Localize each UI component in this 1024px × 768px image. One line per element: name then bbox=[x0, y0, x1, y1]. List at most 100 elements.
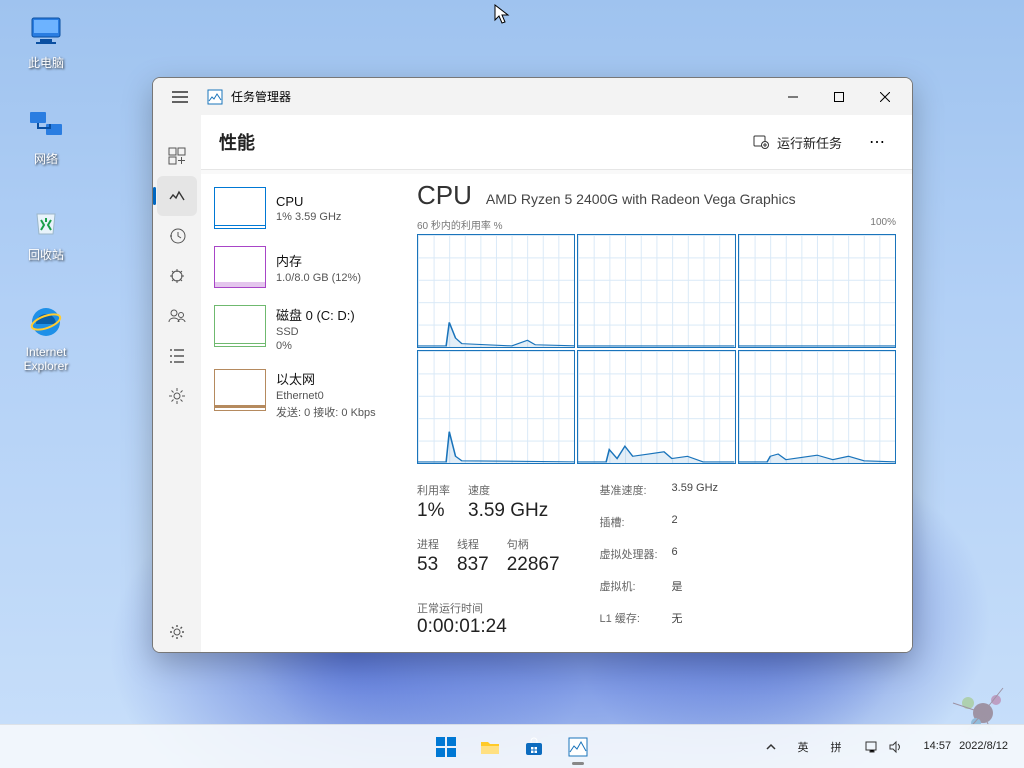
memory-thumb bbox=[214, 246, 266, 288]
nav-details[interactable] bbox=[157, 336, 197, 376]
processes-value: 53 bbox=[417, 554, 439, 576]
maximize-button[interactable] bbox=[816, 81, 862, 113]
perf-item-title: 内存 bbox=[276, 251, 361, 270]
vproc-key: 虚拟处理器: bbox=[600, 546, 672, 574]
content-header: 性能 运行新任务 ⋯ bbox=[201, 115, 912, 170]
vm-key: 虚拟机: bbox=[600, 578, 672, 606]
desktop-icon-label: 回收站 bbox=[28, 246, 64, 263]
util-value: 1% bbox=[417, 500, 450, 522]
start-button[interactable] bbox=[426, 727, 466, 767]
util-label: 利用率 bbox=[417, 482, 450, 498]
desktop-icon-network[interactable]: 网络 bbox=[8, 104, 84, 167]
vm-val: 是 bbox=[672, 578, 718, 606]
tray-overflow[interactable] bbox=[760, 738, 782, 756]
graph-caption-right: 100% bbox=[870, 217, 896, 232]
titlebar[interactable]: 任务管理器 bbox=[153, 78, 912, 115]
cpu-graph-3 bbox=[417, 350, 575, 464]
perf-item-subtitle: Ethernet0 bbox=[276, 390, 376, 402]
perf-list: CPU 1% 3.59 GHz 内存 1.0/8.0 GB (12%) bbox=[201, 174, 401, 652]
graph-caption-left: 60 秒内的利用率 % bbox=[417, 217, 503, 232]
perf-item-subtitle: SSD bbox=[276, 326, 355, 338]
base-speed-key: 基准速度: bbox=[600, 482, 672, 510]
taskbar-clock[interactable]: 14:57 2022/8/12 bbox=[918, 736, 1014, 757]
vproc-val: 6 bbox=[672, 546, 718, 574]
perf-item-title: 以太网 bbox=[276, 369, 376, 388]
tray-icons[interactable] bbox=[858, 736, 908, 758]
uptime-label: 正常运行时间 bbox=[417, 600, 560, 616]
perf-item-subtitle: 1% 3.59 GHz bbox=[276, 211, 341, 223]
nav-app-history[interactable] bbox=[157, 216, 197, 256]
ie-icon bbox=[24, 300, 68, 344]
desktop-icon-label: 此电脑 bbox=[28, 54, 64, 71]
handles-label: 句柄 bbox=[507, 536, 560, 552]
ime-lang[interactable]: 英 bbox=[792, 735, 815, 759]
desktop-icon-label: Internet Explorer bbox=[8, 346, 84, 374]
run-new-task-label: 运行新任务 bbox=[777, 133, 842, 152]
perf-item-memory[interactable]: 内存 1.0/8.0 GB (12%) bbox=[207, 239, 395, 295]
cpu-graph-1 bbox=[577, 234, 735, 348]
task-manager-window: 任务管理器 性能 运行新任务 bbox=[152, 77, 913, 653]
ethernet-thumb bbox=[214, 369, 266, 411]
nav-settings[interactable] bbox=[157, 612, 197, 652]
threads-value: 837 bbox=[457, 554, 489, 576]
desktop-icon-label: 网络 bbox=[34, 150, 58, 167]
detail-heading: CPU bbox=[417, 180, 472, 211]
desktop-icon-ie[interactable]: Internet Explorer bbox=[8, 300, 84, 374]
page-title: 性能 bbox=[219, 129, 255, 155]
perf-item-title: 磁盘 0 (C: D:) bbox=[276, 305, 355, 324]
nav-rail bbox=[153, 115, 201, 652]
desktop-icon-this-pc[interactable]: 此电脑 bbox=[8, 8, 84, 71]
taskbar-time: 14:57 bbox=[924, 740, 952, 753]
window-title: 任务管理器 bbox=[231, 88, 291, 105]
recycle-bin-icon bbox=[24, 200, 68, 244]
cpu-graph-4 bbox=[577, 350, 735, 464]
minimize-button[interactable] bbox=[770, 81, 816, 113]
taskbar-task-manager[interactable] bbox=[558, 727, 598, 767]
desktop-icon-recycle-bin[interactable]: 回收站 bbox=[8, 200, 84, 263]
cpu-graph-5 bbox=[738, 350, 896, 464]
sockets-val: 2 bbox=[672, 514, 718, 542]
perf-item-disk[interactable]: 磁盘 0 (C: D:) SSD 0% bbox=[207, 298, 395, 359]
volume-tray-icon bbox=[888, 740, 902, 754]
perf-item-cpu[interactable]: CPU 1% 3.59 GHz bbox=[207, 180, 395, 236]
perf-item-subtitle: 1.0/8.0 GB (12%) bbox=[276, 272, 361, 284]
nav-users[interactable] bbox=[157, 296, 197, 336]
cpu-graphs-grid[interactable] bbox=[417, 234, 896, 464]
ime-mode[interactable]: 拼 bbox=[825, 735, 848, 759]
l1-val: 无 bbox=[672, 610, 718, 638]
cpu-thumb bbox=[214, 187, 266, 229]
network-icon bbox=[24, 104, 68, 148]
cpu-detail-pane: CPU AMD Ryzen 5 2400G with Radeon Vega G… bbox=[401, 174, 912, 652]
close-button[interactable] bbox=[862, 81, 908, 113]
base-speed-val: 3.59 GHz bbox=[672, 482, 718, 510]
run-task-icon bbox=[753, 133, 769, 152]
uptime-value: 0:00:01:24 bbox=[417, 616, 560, 638]
network-tray-icon bbox=[864, 740, 880, 754]
speed-value: 3.59 GHz bbox=[468, 500, 548, 522]
hamburger-menu-button[interactable] bbox=[163, 80, 197, 114]
cpu-spec-list: 基准速度:3.59 GHz 插槽:2 虚拟处理器:6 虚拟机:是 L1 缓存:无 bbox=[600, 482, 718, 638]
cpu-graph-2 bbox=[738, 234, 896, 348]
taskbar[interactable]: 英 拼 14:57 2022/8/12 bbox=[0, 724, 1024, 768]
perf-item-subtitle2: 发送: 0 接收: 0 Kbps bbox=[276, 404, 376, 420]
taskbar-store[interactable] bbox=[514, 727, 554, 767]
nav-performance[interactable] bbox=[157, 176, 197, 216]
sockets-key: 插槽: bbox=[600, 514, 672, 542]
nav-services[interactable] bbox=[157, 376, 197, 416]
threads-label: 线程 bbox=[457, 536, 489, 552]
run-new-task-button[interactable]: 运行新任务 bbox=[741, 127, 854, 158]
perf-item-subtitle2: 0% bbox=[276, 340, 355, 352]
taskbar-date: 2022/8/12 bbox=[959, 740, 1008, 753]
pc-icon bbox=[24, 8, 68, 52]
cpu-graph-0 bbox=[417, 234, 575, 348]
perf-item-title: CPU bbox=[276, 194, 341, 209]
processes-label: 进程 bbox=[417, 536, 439, 552]
more-button[interactable]: ⋯ bbox=[862, 126, 894, 158]
l1-key: L1 缓存: bbox=[600, 610, 672, 638]
taskbar-explorer[interactable] bbox=[470, 727, 510, 767]
app-icon bbox=[207, 89, 223, 105]
handles-value: 22867 bbox=[507, 554, 560, 576]
nav-startup[interactable] bbox=[157, 256, 197, 296]
perf-item-ethernet[interactable]: 以太网 Ethernet0 发送: 0 接收: 0 Kbps bbox=[207, 362, 395, 427]
nav-processes[interactable] bbox=[157, 136, 197, 176]
